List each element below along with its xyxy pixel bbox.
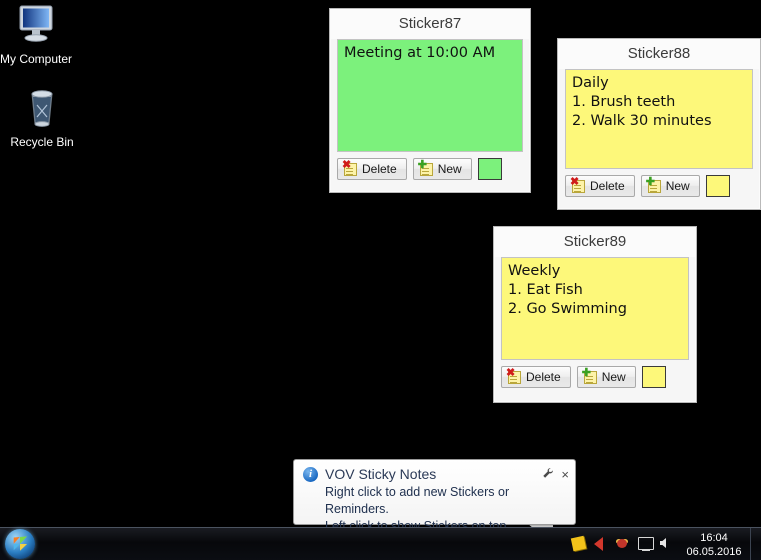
sticker-toolbar: ✖ Delete ✚ New <box>501 366 689 388</box>
notification-balloon[interactable]: i VOV Sticky Notes × Right click to add … <box>293 459 576 533</box>
note-delete-icon: ✖ <box>506 367 521 384</box>
show-desktop-button[interactable] <box>750 528 761 560</box>
balloon-title: VOV Sticky Notes <box>325 466 437 482</box>
desktop-icon-my-computer[interactable]: My Computer <box>0 2 82 66</box>
monitor-icon <box>0 2 82 52</box>
network-tray-icon[interactable] <box>634 528 656 560</box>
new-button[interactable]: ✚ New <box>412 158 472 180</box>
color-swatch-button[interactable] <box>705 175 730 197</box>
sticker-toolbar: ✖ Delete ✚ New <box>565 175 753 197</box>
sticker-window-89[interactable]: Sticker89 Weekly 1. Eat Fish 2. Go Swimm… <box>493 226 697 403</box>
antivirus-tray-icon[interactable] <box>612 528 634 560</box>
delete-button-label: Delete <box>526 370 561 384</box>
clock[interactable]: 16:04 06.05.2016 <box>678 529 750 559</box>
taskbar: 16:04 06.05.2016 <box>0 527 761 560</box>
new-button[interactable]: ✚ New <box>640 175 700 197</box>
sticker-window-87[interactable]: Sticker87 Meeting at 10:00 AM ✖ Delete ✚… <box>329 8 531 193</box>
sticker-body: Weekly 1. Eat Fish 2. Go Swimming ✖ Dele… <box>494 257 696 395</box>
sticker-text-area[interactable]: Meeting at 10:00 AM <box>337 39 523 152</box>
note-new-icon: ✚ <box>582 367 597 384</box>
note-new-icon: ✚ <box>646 176 661 193</box>
trash-icon <box>0 85 88 135</box>
options-wrench-icon[interactable] <box>542 467 554 481</box>
sticker-title: Sticker88 <box>558 39 760 69</box>
sticker-window-88[interactable]: Sticker88 Daily 1. Brush teeth 2. Walk 3… <box>557 38 761 210</box>
desktop-icon-label: Recycle Bin <box>10 135 74 149</box>
sticker-text-area[interactable]: Daily 1. Brush teeth 2. Walk 30 minutes <box>565 69 753 169</box>
delete-button[interactable]: ✖ Delete <box>565 175 635 197</box>
delete-button-label: Delete <box>590 179 625 193</box>
desktop-icon-recycle-bin[interactable]: Recycle Bin <box>0 85 88 149</box>
sticker-title: Sticker87 <box>330 9 530 39</box>
new-button-label: New <box>665 179 690 193</box>
sticker-toolbar: ✖ Delete ✚ New <box>337 158 523 180</box>
volume-tray-icon[interactable] <box>656 528 678 560</box>
new-button-label: New <box>437 162 462 176</box>
system-tray: 16:04 06.05.2016 <box>568 528 761 560</box>
note-new-icon: ✚ <box>418 159 433 176</box>
sticker-title: Sticker89 <box>494 227 696 257</box>
start-button[interactable] <box>5 529 35 559</box>
info-icon: i <box>303 466 318 482</box>
clock-date: 06.05.2016 <box>686 546 742 558</box>
desktop-screen: My Computer Recycle Bin Sticker87 Meetin… <box>0 0 761 560</box>
note-delete-icon: ✖ <box>570 176 585 193</box>
color-swatch-button[interactable] <box>477 158 502 180</box>
color-swatch-button[interactable] <box>641 366 666 388</box>
sticker-body: Daily 1. Brush teeth 2. Walk 30 minutes … <box>558 69 760 204</box>
balloon-header: i VOV Sticky Notes × <box>294 460 575 482</box>
delete-button[interactable]: ✖ Delete <box>501 366 571 388</box>
close-icon[interactable]: × <box>561 468 569 481</box>
sticker-text-area[interactable]: Weekly 1. Eat Fish 2. Go Swimming <box>501 257 689 360</box>
desktop-icon-label: My Computer <box>0 52 73 66</box>
delete-button-label: Delete <box>362 162 397 176</box>
sticker-body: Meeting at 10:00 AM ✖ Delete ✚ New <box>330 39 530 187</box>
note-delete-icon: ✖ <box>342 159 357 176</box>
delete-button[interactable]: ✖ Delete <box>337 158 407 180</box>
sticky-notes-tray-icon[interactable] <box>568 528 590 560</box>
new-button-label: New <box>601 370 626 384</box>
new-button[interactable]: ✚ New <box>576 366 636 388</box>
media-speaker-tray-icon[interactable] <box>590 528 612 560</box>
clock-time: 16:04 <box>700 532 728 544</box>
